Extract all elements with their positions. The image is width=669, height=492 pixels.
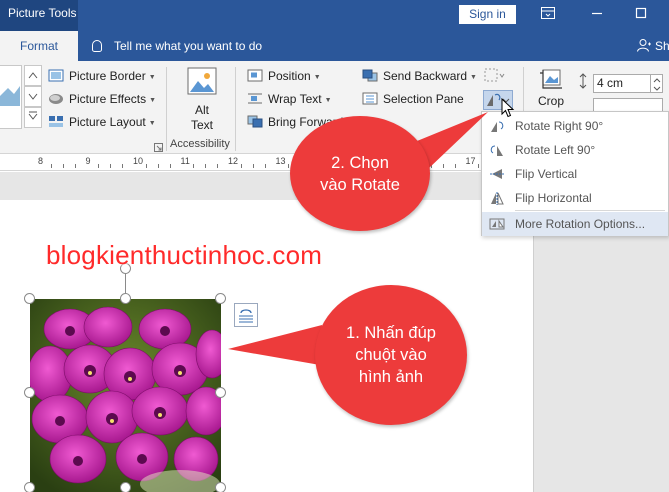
callout-step-2-line-1: 2. Chọn [331,153,389,172]
callout-step-1: 1. Nhấn đúp chuột vào hình ảnh [315,285,467,425]
callout-step-1-line-3: hình ảnh [358,368,424,386]
callout-step-1-line-1: 1. Nhấn đúp [346,324,436,342]
callout-step-2: 2. Chọn vào Rotate [290,116,430,231]
callout-pointers [228,112,488,365]
callout-step-2-line-2: vào Rotate [320,175,400,194]
callout-step-1-line-2: chuột vào [355,346,427,364]
